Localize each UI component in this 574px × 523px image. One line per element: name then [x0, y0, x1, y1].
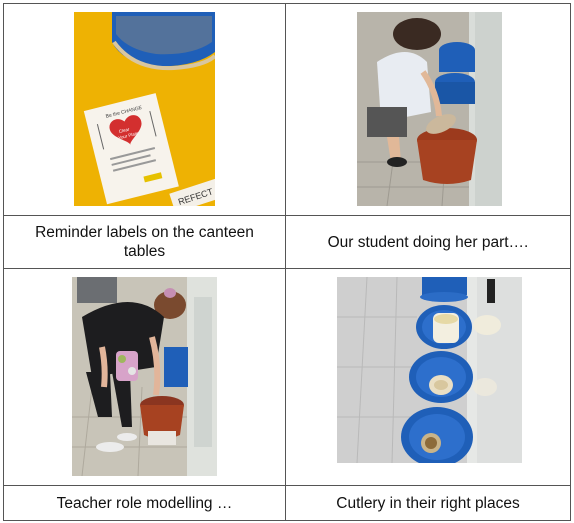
table-cell-caption-4: Cutlery in their right places — [285, 485, 571, 521]
caption-reminder-labels: Reminder labels on the canteen tables — [35, 224, 254, 260]
caption-cutlery: Cutlery in their right places — [336, 494, 520, 512]
photo-teacher — [72, 277, 217, 476]
table-cell-caption-3: Teacher role modelling … — [3, 485, 286, 521]
caption-teacher: Teacher role modelling … — [56, 494, 233, 512]
table-cell-caption-1: Reminder labels on the canteen tables — [3, 215, 286, 269]
photo-table: Reminder labels on the canteen tables Ou… — [0, 0, 574, 523]
caption-student: Our student doing her part…. — [327, 233, 529, 251]
photo-student — [357, 12, 502, 206]
table-cell-caption-2: Our student doing her part…. — [285, 215, 571, 269]
photo-reminder-card: Be the CHANGE Clear Your Plate REFECT — [74, 12, 215, 206]
photo-cutlery — [337, 277, 522, 463]
